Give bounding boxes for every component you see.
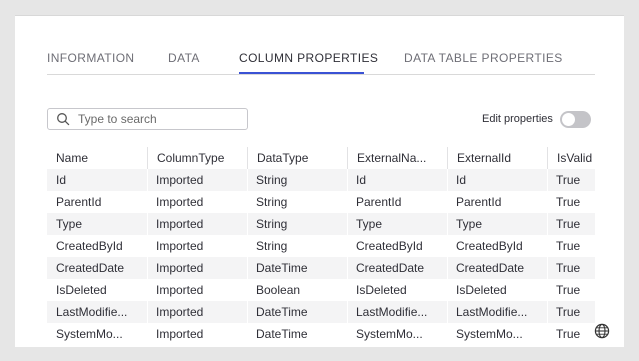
cell-data-type: DateTime (256, 327, 308, 341)
cell-column-type: Imported (156, 195, 204, 209)
tab-data-table-properties[interactable]: DATA TABLE PROPERTIES (404, 51, 563, 65)
cell-column-type: Imported (156, 283, 204, 297)
cell-name: IsDeleted (56, 283, 107, 297)
cell-data-type: String (256, 217, 288, 231)
column-header-data-type[interactable]: DataType (247, 147, 347, 169)
cell-name: Id (56, 173, 67, 187)
cell-name: ParentId (56, 195, 102, 209)
search-input[interactable] (78, 111, 238, 127)
column-header-is-valid[interactable]: IsValid (547, 147, 595, 169)
cell-external-name: CreatedDate (356, 261, 425, 275)
column-divider (147, 169, 148, 347)
tab-bar: INFORMATION DATA COLUMN PROPERTIES DATA … (47, 45, 595, 75)
table-row[interactable]: CreatedById Imported String CreatedById Crea… (47, 235, 595, 257)
edit-properties-toggle[interactable] (560, 111, 591, 128)
search-box[interactable] (47, 108, 248, 130)
search-icon (57, 113, 70, 126)
column-header-external-name[interactable]: ExternalNa... (347, 147, 447, 169)
cell-name: CreatedById (56, 239, 123, 253)
cell-external-name: CreatedById (356, 239, 423, 253)
column-header-external-id[interactable]: ExternalId (447, 147, 547, 169)
table-row[interactable]: SystemMo... Imported DateTime SystemMo... Sy… (47, 323, 595, 345)
cell-is-valid: True (556, 195, 581, 209)
globe-icon[interactable] (594, 323, 610, 339)
cell-column-type: Imported (156, 327, 204, 341)
cell-data-type: DateTime (256, 305, 308, 319)
cell-name: Type (56, 217, 83, 231)
table-row[interactable]: Id Imported String Id Id True (47, 169, 595, 191)
table-row[interactable]: CreatedDate Imported DateTime CreatedDate Cr… (47, 257, 595, 279)
cell-is-valid: True (556, 217, 581, 231)
cell-data-type: String (256, 173, 288, 187)
column-properties-table: Name ColumnType DataType ExternalNa... Exter… (47, 147, 595, 347)
column-divider (547, 169, 548, 347)
cell-external-name: SystemMo... (356, 327, 423, 341)
cell-external-id: SystemMo... (456, 327, 523, 341)
cell-external-id: LastModifie... (456, 305, 528, 319)
cell-column-type: Imported (156, 239, 204, 253)
cell-external-name: Id (356, 173, 367, 187)
cell-external-name: IsDeleted (356, 283, 407, 297)
cell-external-id: Type (456, 217, 483, 231)
cell-column-type: Imported (156, 261, 204, 275)
cell-is-valid: True (556, 173, 581, 187)
cell-is-valid: True (556, 261, 581, 275)
column-header-column-type[interactable]: ColumnType (147, 147, 247, 169)
cell-data-type: String (256, 239, 288, 253)
cell-name: SystemMo... (56, 327, 123, 341)
column-divider (447, 169, 448, 347)
cell-column-type: Imported (156, 173, 204, 187)
column-header-name[interactable]: Name (47, 147, 147, 169)
table-row[interactable]: IsDeleted Imported Boolean IsDeleted IsDelet… (47, 279, 595, 301)
cell-external-id: CreatedDate (456, 261, 525, 275)
cell-name: CreatedDate (56, 261, 125, 275)
cell-data-type: DateTime (256, 261, 308, 275)
active-tab-indicator (239, 72, 364, 74)
tab-information[interactable]: INFORMATION (47, 51, 135, 65)
cell-data-type: String (256, 195, 288, 209)
cell-external-name: ParentId (356, 195, 402, 209)
cell-is-valid: True (556, 283, 581, 297)
column-divider (247, 169, 248, 347)
table-row[interactable]: Type Imported String Type Type True (47, 213, 595, 235)
tab-data[interactable]: DATA (168, 51, 200, 65)
table-row[interactable]: LastModifie... Imported DateTime LastModifi… (47, 301, 595, 323)
cell-external-id: Id (456, 173, 467, 187)
cell-external-name: LastModifie... (356, 305, 428, 319)
cell-column-type: Imported (156, 305, 204, 319)
cell-is-valid: True (556, 327, 581, 341)
cell-external-id: ParentId (456, 195, 502, 209)
cell-is-valid: True (556, 305, 581, 319)
column-properties-panel: INFORMATION DATA COLUMN PROPERTIES DATA … (15, 15, 624, 347)
cell-external-id: CreatedById (456, 239, 523, 253)
table-row[interactable]: ParentId Imported String ParentId ParentId Tr… (47, 191, 595, 213)
cell-column-type: Imported (156, 217, 204, 231)
cell-external-id: IsDeleted (456, 283, 507, 297)
table-header: Name ColumnType DataType ExternalNa... Exter… (47, 147, 595, 169)
cell-name: LastModifie... (56, 305, 128, 319)
cell-data-type: Boolean (256, 283, 301, 297)
toggle-knob (562, 113, 575, 126)
cell-is-valid: True (556, 239, 581, 253)
column-divider (347, 169, 348, 347)
tab-column-properties[interactable]: COLUMN PROPERTIES (239, 51, 378, 65)
cell-external-name: Type (356, 217, 383, 231)
edit-properties-label: Edit properties (482, 113, 553, 125)
